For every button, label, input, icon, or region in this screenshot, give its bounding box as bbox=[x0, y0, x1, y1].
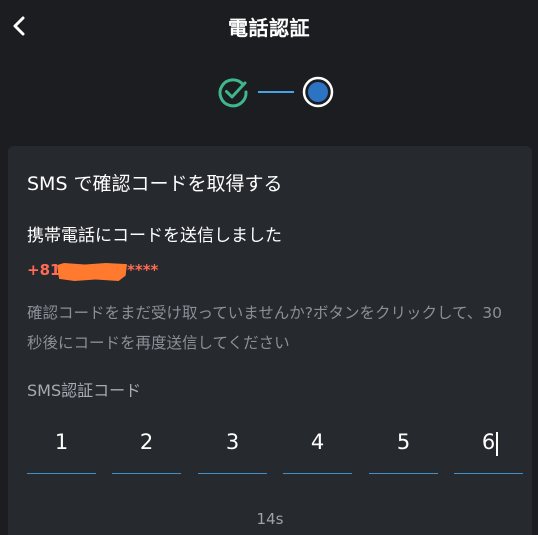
resend-hint: 確認コードをまだ受け取っていませんか?ボタンをクリックして、30秒後にコードを再… bbox=[27, 304, 502, 352]
code-digit: 1 bbox=[54, 430, 69, 454]
code-digit-input-4[interactable]: 4 bbox=[283, 416, 352, 474]
phone-country-code: +81 bbox=[27, 261, 61, 279]
phone-masked-digits: **** bbox=[127, 261, 159, 279]
sms-code-label: SMS認証コード bbox=[27, 381, 142, 400]
check-circle-icon bbox=[218, 78, 248, 108]
code-digit: 5 bbox=[396, 430, 411, 454]
code-sent-message: 携帯電話にコードを送信しました bbox=[27, 226, 282, 246]
page-title: 電話認証 bbox=[228, 16, 310, 40]
code-digit: 4 bbox=[310, 430, 325, 454]
phone-number: +81 **** bbox=[27, 259, 227, 281]
phone-redaction-mark bbox=[57, 263, 127, 281]
code-digit-input-6[interactable]: 6 bbox=[454, 416, 523, 474]
code-digit-input-3[interactable]: 3 bbox=[198, 416, 267, 474]
verification-card: SMS で確認コードを取得する 携帯電話にコードを送信しました +81 ****… bbox=[8, 146, 532, 535]
radio-dot-icon bbox=[302, 76, 334, 108]
code-digit: 6 bbox=[481, 430, 496, 454]
text-caret bbox=[496, 432, 498, 456]
code-digit-input-2[interactable]: 2 bbox=[112, 416, 181, 474]
phone-verification-screen: 電話認証 SMS で確認コードを取得する 携帯電話にコードを送信しました +81… bbox=[0, 0, 538, 535]
code-digit-input-5[interactable]: 5 bbox=[369, 416, 438, 474]
stepper-connector bbox=[258, 91, 294, 93]
header: 電話認証 bbox=[0, 0, 538, 54]
card-title: SMS で確認コードを取得する bbox=[27, 173, 283, 195]
progress-stepper bbox=[216, 75, 336, 109]
code-digit: 3 bbox=[225, 430, 240, 454]
code-digit: 2 bbox=[139, 430, 154, 454]
resend-countdown: 14s bbox=[256, 510, 284, 528]
code-digit-input-1[interactable]: 1 bbox=[27, 416, 96, 474]
